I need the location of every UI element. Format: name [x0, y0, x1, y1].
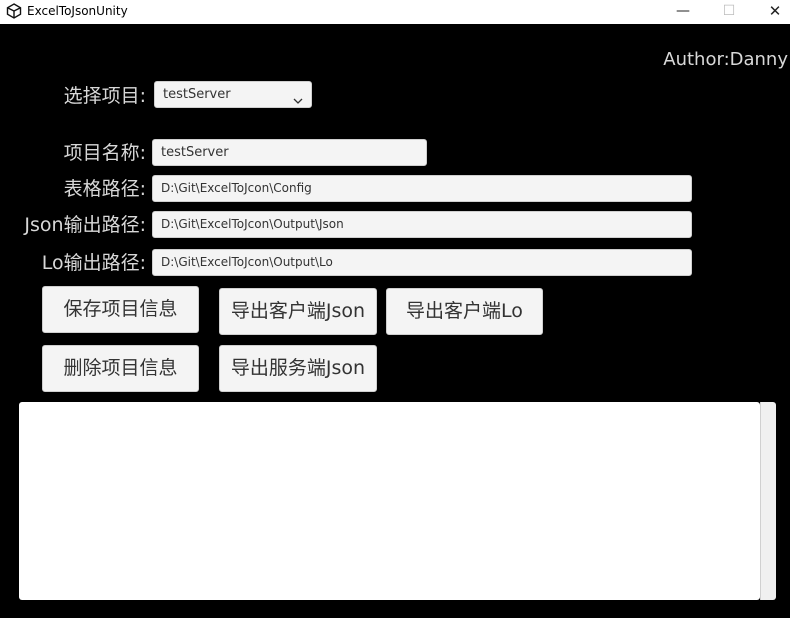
author-label: Author:Danny	[663, 49, 788, 70]
save-project-button[interactable]: 保存项目信息	[42, 286, 199, 333]
window-title: ExcelToJsonUnity	[27, 4, 128, 18]
project-dropdown-value: testServer	[163, 87, 231, 102]
json-output-path-input[interactable]: D:\Git\ExcelToJcon\Output\Json	[152, 211, 692, 238]
maximize-button[interactable]: ☐	[706, 0, 752, 24]
export-client-json-button[interactable]: 导出客户端Json	[219, 288, 377, 335]
log-scrollbar[interactable]	[760, 402, 776, 600]
lo-output-path-input[interactable]: D:\Git\ExcelToJcon\Output\Lo	[152, 249, 692, 276]
project-name-label: 项目名称:	[63, 142, 146, 164]
project-select-label: 选择项目:	[63, 85, 146, 107]
delete-project-button[interactable]: 删除项目信息	[42, 345, 199, 392]
table-path-input[interactable]: D:\Git\ExcelToJcon\Config	[152, 175, 692, 202]
main-panel: Author:Danny 选择项目: testServer 项目名称: test…	[0, 24, 790, 618]
export-client-lo-button[interactable]: 导出客户端Lo	[386, 288, 543, 335]
log-output-area[interactable]	[19, 402, 760, 600]
close-button[interactable]: ✕	[752, 0, 790, 24]
title-bar: ExcelToJsonUnity — ☐ ✕	[0, 0, 790, 24]
table-path-label: 表格路径:	[63, 178, 146, 200]
project-name-input[interactable]: testServer	[152, 139, 427, 166]
export-server-json-button[interactable]: 导出服务端Json	[219, 345, 377, 392]
project-dropdown[interactable]: testServer	[154, 81, 312, 108]
minimize-button[interactable]: —	[660, 0, 706, 24]
chevron-down-icon	[293, 89, 303, 104]
lo-output-path-label: Lo输出路径:	[41, 252, 146, 274]
unity-logo-icon	[6, 3, 22, 19]
json-output-path-label: Json输出路径:	[24, 214, 146, 236]
